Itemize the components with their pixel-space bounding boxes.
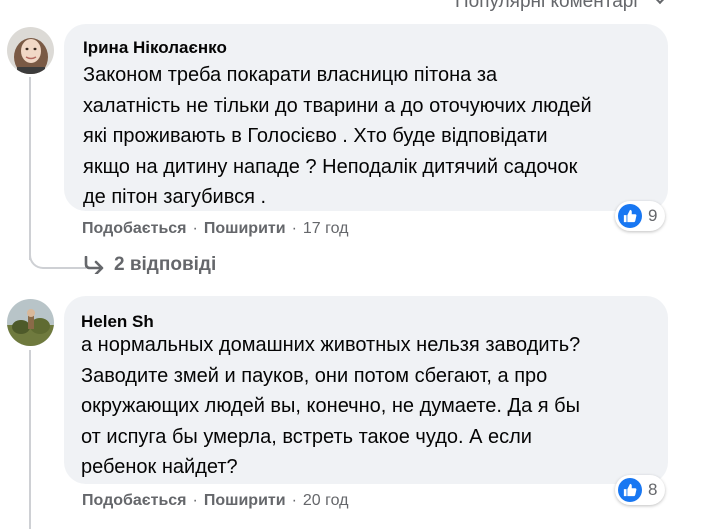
separator-dot: · [291, 492, 297, 509]
sort-label: Популярні коментарі [455, 0, 638, 12]
reaction-summary[interactable]: 9 [615, 201, 666, 231]
share-button[interactable]: Поширити [204, 220, 286, 237]
separator-dot: · [192, 220, 198, 237]
share-button[interactable]: Поширити [204, 492, 286, 509]
reaction-count: 9 [648, 206, 658, 225]
comment-text-line: Законом треба покарати власницю пітона з… [83, 64, 498, 86]
replies-label: 2 відповіді [114, 254, 217, 275]
avatar-photo [7, 299, 54, 346]
reply-arrow-icon [84, 256, 104, 274]
comment-actions: Подобається · Поширити · 20 год [82, 492, 349, 510]
comment-text-line: де пітон загубився . [83, 186, 267, 208]
like-button[interactable]: Подобається [82, 220, 187, 237]
thread-connector [29, 77, 31, 260]
comment-text-line: окружающих людей вы, конечно, не думаете… [81, 395, 580, 417]
comment-text-line: які проживають в Голосієво . Хто буде ві… [83, 125, 548, 147]
comment-bubble: Helen Sh а нормальных домашних животных … [64, 296, 668, 484]
comment-bubble: Ірина Ніколаєнко Законом треба покарати … [64, 24, 668, 211]
avatar-photo [7, 27, 54, 74]
comment-actions: Подобається · Поширити · 17 год [82, 220, 349, 238]
like-reaction-icon [618, 204, 642, 228]
comment-text-line: а нормальных домашних животных нельзя за… [81, 334, 581, 356]
avatar[interactable] [7, 299, 54, 346]
comment-sort-dropdown[interactable]: Популярні коментарі [455, 0, 667, 13]
comment-timestamp[interactable]: 20 год [303, 492, 349, 509]
reaction-count: 8 [648, 480, 658, 499]
chevron-down-icon [652, 0, 667, 5]
separator-dot: · [192, 492, 198, 509]
comment-text-line: от испуга бы умерла, встреть такое чудо.… [81, 425, 532, 448]
comment-text-line: ребенок найдет? [81, 456, 238, 478]
view-replies-button[interactable]: 2 відповіді [84, 254, 216, 276]
like-button[interactable]: Подобається [82, 492, 187, 509]
comment-text: а нормальных домашних животных нельзя за… [81, 330, 580, 483]
comment-author[interactable]: Ірина Ніколаєнко [83, 38, 227, 58]
thread-connector-curve [29, 249, 86, 269]
comment-timestamp[interactable]: 17 год [303, 220, 349, 237]
comment-text-line: якщо на дитину нападе ? Неподалік дитячи… [83, 155, 578, 178]
separator-dot: · [291, 220, 297, 237]
comment-text: Законом треба покарати власницю пітона з… [83, 60, 592, 213]
comment-author[interactable]: Helen Sh [81, 312, 154, 332]
avatar[interactable] [7, 27, 54, 74]
comment-text-line: Заводите змей и пауков, они потом сбегаю… [81, 364, 548, 387]
thread-connector [29, 350, 31, 529]
like-reaction-icon [618, 478, 642, 502]
comment-text-line: халатність не тільки до тварини а до ото… [83, 94, 592, 117]
reaction-summary[interactable]: 8 [615, 475, 666, 505]
